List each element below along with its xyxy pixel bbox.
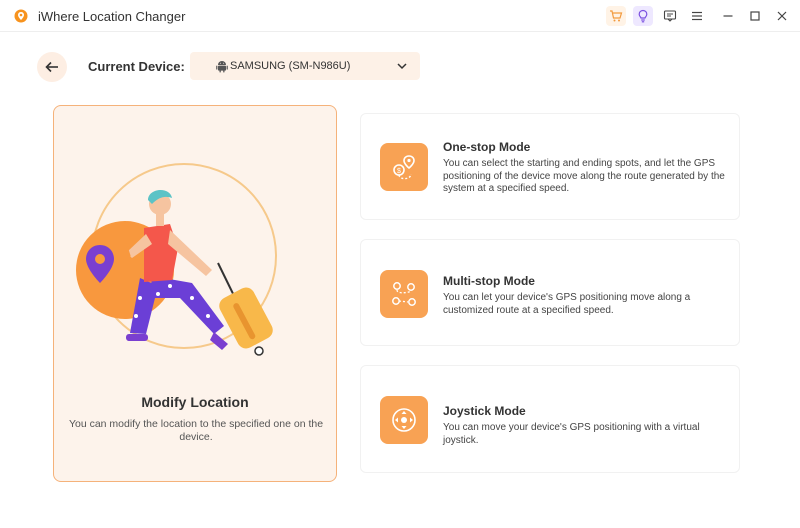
minimize-icon <box>723 15 733 17</box>
back-button[interactable] <box>37 52 67 82</box>
joystick-mode-title: Joystick Mode <box>443 404 526 418</box>
joystick-mode-description: You can move your device's GPS positioni… <box>443 422 700 446</box>
one-stop-mode-title: One-stop Mode <box>443 140 531 154</box>
modify-location-title: Modify Location <box>141 394 249 410</box>
multi-stop-mode-description: You can let your device's GPS positionin… <box>443 292 691 316</box>
close-button[interactable] <box>772 6 792 26</box>
device-name: SAMSUNG (SM-N986U) <box>230 60 351 72</box>
svg-text:$: $ <box>397 168 401 175</box>
joystick-icon <box>392 408 416 432</box>
multi-stop-mode-card[interactable]: Multi-stop Mode You can let your device'… <box>360 239 740 346</box>
arrow-left-icon <box>45 61 58 73</box>
multi-stop-route-icon <box>392 282 416 306</box>
android-icon <box>216 61 228 73</box>
device-dropdown[interactable]: SAMSUNG (SM-N986U) <box>190 52 420 80</box>
one-stop-route-icon: $ <box>393 155 415 180</box>
title-bar: iWhere Location Changer <box>0 0 800 32</box>
modify-location-description: You can modify the location to the speci… <box>68 418 324 443</box>
cart-icon <box>610 10 623 22</box>
minimize-button[interactable] <box>718 6 738 26</box>
app-logo-icon <box>14 9 28 23</box>
bulb-icon <box>638 9 648 23</box>
multi-stop-mode-title: Multi-stop Mode <box>443 274 535 288</box>
feedback-button[interactable] <box>660 6 680 26</box>
one-stop-mode-card[interactable]: $ One-stop Mode You can select the start… <box>360 113 740 220</box>
maximize-icon <box>750 11 760 21</box>
maximize-button[interactable] <box>745 6 765 26</box>
joystick-mode-card[interactable]: Joystick Mode You can move your device's… <box>360 365 740 473</box>
one-stop-mode-description: You can select the starting and ending s… <box>443 158 725 194</box>
cart-button[interactable] <box>606 6 626 26</box>
one-stop-icon-tile: $ <box>380 143 428 191</box>
traveler-illustration <box>76 163 277 356</box>
current-device-label: Current Device: <box>88 59 185 74</box>
multi-stop-icon-tile <box>380 270 428 318</box>
menu-button[interactable] <box>687 6 707 26</box>
menu-icon <box>692 11 702 21</box>
window-title: iWhere Location Changer <box>38 9 186 24</box>
tips-button[interactable] <box>633 6 653 26</box>
feedback-icon <box>663 10 677 22</box>
modify-location-card[interactable]: Modify Location You can modify the locat… <box>53 105 337 482</box>
chevron-down-icon <box>397 63 407 70</box>
joystick-icon-tile <box>380 396 428 444</box>
close-icon <box>777 11 787 21</box>
